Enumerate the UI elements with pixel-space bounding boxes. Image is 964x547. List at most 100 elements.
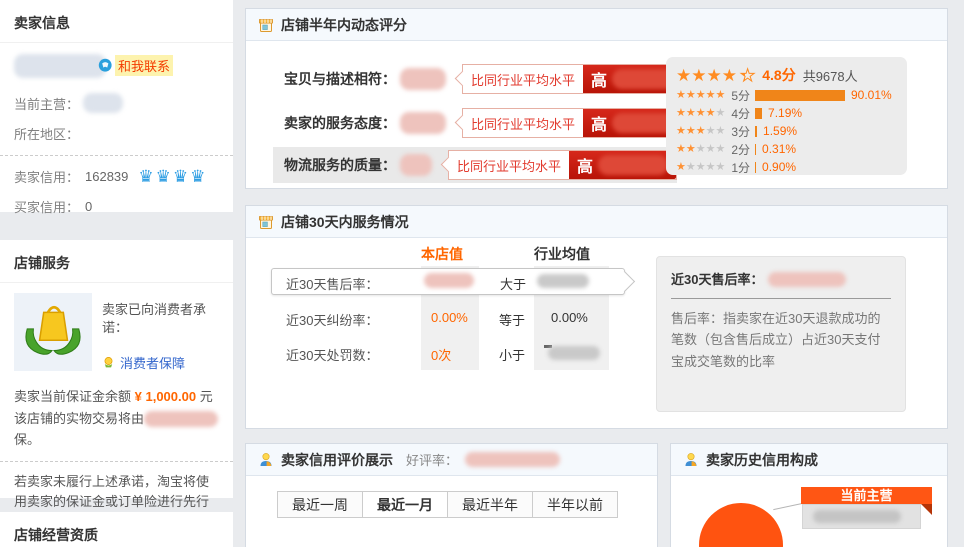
- tab-last-month[interactable]: 最近一月: [362, 491, 448, 518]
- credit-evaluation-panel: 卖家信用评价展示 好评率： 最近一周 最近一月 最近半年 半年以前 ♥ ♥ ♥: [245, 443, 658, 547]
- service-row-label: 近30天售后率：: [286, 274, 378, 293]
- info-box-description: 售后率：指卖家在近30天退款成功的笔数（包含售后成立）占近30天支付宝成交笔数的…: [671, 308, 891, 372]
- credit-panel-header: 卖家信用评价展示 好评率：: [246, 444, 657, 476]
- column-header-shop: 本店值: [421, 244, 463, 264]
- aftersale-rate-row[interactable]: 近30天售后率： 大于: [271, 268, 625, 295]
- aftersale-info-box: 近30天售后率： 售后率：指卖家在近30天退款成功的笔数（包含售后成立）占近30…: [656, 256, 906, 412]
- shop-service-title: 店铺服务: [0, 240, 233, 283]
- dist-percent: 90.01%: [851, 88, 892, 102]
- industry-value: 0.00%: [551, 310, 588, 325]
- main-business-field: 当前主营：: [14, 93, 219, 113]
- dist-percent: 7.19%: [768, 106, 802, 120]
- seller-info-card: 卖家信息 和我联系 当前主营： 所在地区： 卖家信用： 162839 ♛♛♛♛ …: [0, 0, 233, 212]
- qualification-title: 店铺经营资质: [0, 512, 233, 547]
- history-panel-header: 卖家历史信用构成: [671, 444, 947, 476]
- bubble-high-char: 高: [591, 67, 607, 91]
- divider: [671, 298, 891, 299]
- guarantee-link-label: 消费者保障: [120, 353, 185, 372]
- qualification-card: 店铺经营资质: [0, 512, 233, 547]
- deposit-prefix: 卖家当前保证金余额: [14, 389, 131, 404]
- service-panel-body: 本店值 行业均值 近30天售后率： 大于 近30天纠纷率： 0.00% 等于 0…: [246, 238, 947, 429]
- service-row-label: 近30天纠纷率：: [286, 310, 378, 329]
- buyer-credit-label: 买家信用：: [14, 197, 79, 216]
- score-value-redacted: [400, 112, 446, 134]
- dist-bar: [755, 162, 756, 173]
- panel-title: 店铺半年内动态评分: [281, 15, 407, 35]
- dynamic-rating-body: 宝贝与描述相符： 比同行业平均水平 高 卖家的服务态度： 比同行业平均水平 高: [246, 41, 947, 189]
- compare-word: 大于: [500, 274, 526, 293]
- score-value-redacted: [400, 154, 432, 176]
- compare-word: 等于: [499, 310, 525, 329]
- dist-row-5: ★★★★★ 5分 90.01%: [676, 86, 897, 104]
- shop-icon: [258, 214, 274, 230]
- deposit-line2: 该店铺的实物交易将由: [14, 411, 144, 426]
- dist-row-1: ★★★★★ 1分 0.90%: [676, 158, 897, 176]
- dist-row-3: ★★★★★ 3分 1.59%: [676, 122, 897, 140]
- dist-percent: 1.59%: [763, 124, 797, 138]
- bubble-text: 比同行业平均水平: [449, 156, 569, 175]
- dist-bar: [755, 126, 757, 137]
- service-panel-header: 店铺30天内服务情况: [246, 206, 947, 238]
- dist-percent: 0.31%: [762, 142, 796, 156]
- industry-compare-bubble: 比同行业平均水平 高: [462, 64, 691, 94]
- seller-name-row: 和我联系: [14, 54, 219, 82]
- buyer-credit-value: 0: [85, 199, 92, 214]
- region-field: 所在地区：: [14, 124, 219, 143]
- wangwang-icon: [98, 58, 113, 73]
- promise-label: 卖家已向消费者承诺：: [102, 301, 219, 337]
- industry-compare-bubble: 比同行业平均水平 高: [448, 150, 677, 180]
- tab-last-week[interactable]: 最近一周: [277, 491, 363, 518]
- partial-star-icon: ★★: [740, 67, 755, 84]
- dist-bar: [755, 108, 762, 119]
- dist-label: 1分: [731, 159, 750, 176]
- compare-word: 小于: [499, 345, 525, 364]
- industry-value-redacted: [537, 274, 589, 288]
- score-row-description: 宝贝与描述相符： 比同行业平均水平 高: [246, 63, 691, 95]
- tab-before-half-year[interactable]: 半年以前: [532, 491, 618, 518]
- seller-credit-label: 卖家信用：: [14, 167, 79, 186]
- divider: [0, 461, 233, 462]
- dist-label: 5分: [731, 87, 750, 104]
- average-score: 4.8分: [762, 65, 795, 85]
- bubble-high-char: 高: [591, 111, 607, 135]
- rating-count: 共9678人: [803, 66, 858, 85]
- mini-stars: ★★★★★: [676, 144, 725, 155]
- seller-name-redacted: [14, 54, 106, 78]
- rating-summary-box: ★★★★★★ 4.8分 共9678人 ★★★★★ 5分 90.01% ★★★★★…: [666, 57, 907, 175]
- score-row-attitude: 卖家的服务态度： 比同行业平均水平 高: [246, 107, 691, 139]
- shop-value: 0次: [431, 345, 451, 364]
- score-value-redacted: [400, 68, 446, 90]
- credit-panel-body: 最近一周 最近一月 最近半年 半年以前 ♥ ♥ ♥: [246, 476, 657, 547]
- dynamic-rating-header: 店铺半年内动态评分: [246, 9, 947, 41]
- time-range-tabs: 最近一周 最近一月 最近半年 半年以前: [278, 491, 618, 518]
- deposit-redacted: [144, 411, 218, 427]
- score-label: 卖家的服务态度：: [284, 113, 396, 133]
- dist-row-4: ★★★★★ 4分 7.19%: [676, 104, 897, 122]
- panel-title: 卖家信用评价展示: [281, 450, 393, 470]
- deposit-line2-suffix: 保。: [14, 432, 40, 447]
- tab-last-half-year[interactable]: 最近半年: [447, 491, 533, 518]
- current-business-redacted: [813, 510, 901, 523]
- current-business-value-box: [802, 504, 921, 529]
- industry-value-redacted: [548, 346, 600, 360]
- seller-credit-value: 162839: [85, 169, 128, 184]
- rating-summary-row: ★★★★★★ 4.8分 共9678人: [676, 64, 897, 86]
- bubble-text: 比同行业平均水平: [463, 70, 583, 89]
- bag-in-hands-icon: [14, 293, 92, 371]
- mini-stars: ★★★★★: [676, 126, 725, 137]
- shop-service-card: 店铺服务 卖家已向消费者承诺： 消费者保障 卖家当前保证金余额 ¥ 1,: [0, 240, 233, 498]
- score-label: 宝贝与描述相符：: [284, 69, 396, 89]
- dist-percent: 0.90%: [762, 160, 796, 174]
- divider: [0, 155, 233, 156]
- buyer-credit-row: 买家信用： 0: [14, 197, 219, 216]
- person-icon: [258, 452, 274, 468]
- star-icon: ★★★★: [676, 67, 737, 84]
- seller-profile-page: 卖家信息 和我联系 当前主营： 所在地区： 卖家信用： 162839 ♛♛♛♛ …: [0, 0, 964, 547]
- consumer-guarantee-link[interactable]: 消费者保障: [102, 353, 219, 372]
- column-header-industry: 行业均值: [534, 244, 590, 264]
- service-30day-panel: 店铺30天内服务情况 本店值 行业均值 近30天售后率： 大于 近30天纠纷率：…: [245, 205, 948, 429]
- contact-me-button[interactable]: 和我联系: [98, 55, 173, 76]
- dist-label: 3分: [731, 123, 750, 140]
- bubble-text: 比同行业平均水平: [463, 114, 583, 133]
- person-icon: [683, 452, 699, 468]
